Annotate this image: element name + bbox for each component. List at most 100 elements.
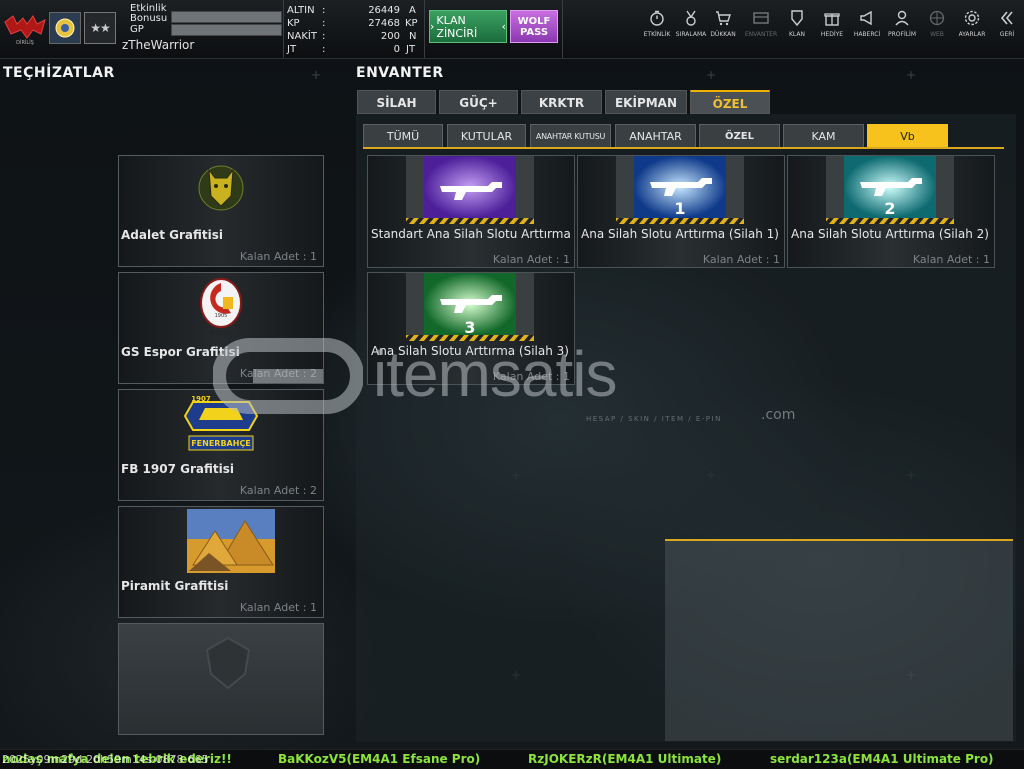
count-value: 2 [310, 484, 317, 497]
subtab-key[interactable]: ANAHTAR [615, 124, 696, 148]
gs-year-text: 1905 [215, 313, 228, 319]
profile-icon [895, 10, 909, 26]
subtab-boxes[interactable]: KUTULAR [447, 124, 526, 148]
count-label: Kalan Adet : [239, 250, 307, 263]
divider [562, 0, 563, 58]
count-value: 1 [310, 250, 317, 263]
nav-event[interactable]: ETKİNLİK [640, 6, 674, 46]
count-value: 1 [773, 253, 780, 266]
inventory-item[interactable]: 3 Ana Silah Slotu Arttırma (Silah 3) Kal… [367, 272, 575, 385]
item-name: Standart Ana Silah Slotu Arttırma [371, 227, 571, 241]
username: zTheWarrior [122, 38, 195, 52]
rifle-slot-item-icon [406, 156, 534, 224]
gp-label: GP [130, 24, 144, 35]
pyramid-graffiti-icon [187, 509, 275, 573]
fb-name-text: FENERBAHÇE [191, 439, 251, 448]
equipment-count: Kalan Adet : 1 [240, 250, 317, 263]
nav-label: AYARLAR [958, 31, 986, 38]
ticker-entry: BaKKozV5(EM4A1 Efsane Pro) [278, 752, 481, 766]
currency-row-cash: NAKİT: 200 N [284, 30, 424, 43]
inventory-item[interactable]: 1 Ana Silah Slotu Arttırma (Silah 1) Kal… [577, 155, 785, 268]
item-name: Ana Silah Slotu Arttırma (Silah 2) [791, 227, 989, 241]
count-label: Kalan Adet : [239, 601, 307, 614]
grid-marker: + [706, 68, 717, 82]
nav-back[interactable]: GERİ [990, 6, 1024, 46]
crate-icon [753, 12, 769, 24]
back-icon [1000, 11, 1013, 25]
colon: : [322, 18, 326, 29]
rifle-slot-item-icon: 2 [826, 156, 954, 224]
currency-value: 26449 [368, 5, 400, 16]
item-count: Kalan Adet : 1 [493, 370, 570, 383]
currency-value: 200 [380, 31, 400, 42]
subtab-key-box[interactable]: ANAHTAR KUTUSU [530, 124, 611, 148]
gift-icon [824, 13, 840, 26]
nav-label: GERİ [999, 31, 1015, 38]
equipment-slot[interactable]: Piramit Grafitisi Kalan Adet : 1 [118, 506, 324, 618]
currency-label: JT [287, 44, 297, 55]
equipment-title: TEÇHİZATLAR [3, 65, 115, 81]
gp-bar [171, 24, 282, 36]
top-bar: DİRİLİŞ ★★ Etkinlik Bonusu GP zTheWarrio… [0, 0, 1024, 59]
item-name: Ana Silah Slotu Arttırma (Silah 1) [581, 227, 779, 241]
currency-value: 27468 [368, 18, 400, 29]
rank-stars-icon: ★★ [84, 12, 116, 44]
item-count: Kalan Adet : 1 [493, 253, 570, 266]
item-detail-panel [665, 539, 1013, 741]
nav-shop[interactable]: DÜKKAN [706, 6, 740, 46]
svg-text:DİRİLİŞ: DİRİLİŞ [16, 39, 34, 46]
nav-messenger[interactable]: HABERCİ [850, 6, 884, 46]
count-label: Kalan Adet : [912, 253, 980, 266]
tab-equipment[interactable]: EKİPMAN [605, 90, 687, 114]
equipment-slot[interactable]: FENERBAHÇE 1907 FB 1907 Grafitisi Kalan … [118, 389, 324, 501]
nav-label: ENVANTER [744, 31, 778, 38]
wolf-pass-button[interactable]: WOLF PASS [510, 10, 558, 43]
nav-profile[interactable]: PROFİLİM [885, 6, 919, 46]
tab-special[interactable]: ÖZEL [690, 90, 770, 114]
empty-equipment-slot[interactable] [118, 623, 324, 735]
tab-weapon[interactable]: SİLAH [357, 90, 436, 114]
count-value: 2 [310, 367, 317, 380]
currency-unit: JT [406, 44, 416, 55]
tab-character[interactable]: KRKTR [521, 90, 602, 114]
count-label: Kalan Adet : [492, 253, 560, 266]
rifle-slot-item-icon: 3 [406, 273, 534, 341]
nav-clan[interactable]: KLAN [780, 6, 814, 46]
count-value: 1 [563, 370, 570, 383]
inventory-item[interactable]: 2 Ana Silah Slotu Arttırma (Silah 2) Kal… [787, 155, 995, 268]
slot-number: 1 [674, 199, 685, 218]
fb-year-text: 1907 [191, 395, 211, 403]
tab-power[interactable]: GÜÇ+ [439, 90, 518, 114]
currency-unit: A [409, 5, 416, 16]
nav-ranking[interactable]: SIRALAMA [674, 6, 708, 46]
nav-inventory[interactable]: ENVANTER [744, 6, 778, 46]
colon: : [322, 44, 326, 55]
subtab-camo[interactable]: KAM [783, 124, 864, 148]
equipment-slot[interactable]: 1905 espor GS Espor Grafitisi Kalan Adet… [118, 272, 324, 384]
subtab-other[interactable]: Vb [867, 124, 948, 148]
cart-icon [716, 11, 731, 26]
nav-label: DÜKKAN [710, 31, 736, 38]
equipment-slot[interactable]: Adalet Grafitisi Kalan Adet : 1 [118, 155, 324, 267]
divider [424, 0, 425, 58]
nav-gift[interactable]: HEDİYE [815, 6, 849, 46]
nav-web[interactable]: WEB [920, 6, 954, 46]
nav-label: SIRALAMA [675, 31, 707, 38]
subtab-all[interactable]: TÜMÜ [363, 124, 443, 148]
gs-espor-graffiti-icon: 1905 espor [200, 278, 242, 337]
inventory-item[interactable]: Standart Ana Silah Slotu Arttırma Kalan … [367, 155, 575, 268]
session-timestamp: 2025y09m29d-20h59m14s-0878-665 [2, 753, 209, 766]
nav-label: WEB [930, 31, 944, 38]
nav-label: HABERCİ [853, 31, 881, 38]
item-count: Kalan Adet : 1 [913, 253, 990, 266]
wolf-pass-label-line1: WOLF [517, 15, 551, 27]
item-count: Kalan Adet : 1 [703, 253, 780, 266]
gear-icon [964, 10, 980, 26]
currency-unit: KP [405, 18, 418, 29]
clan-chain-button[interactable]: › KLAN ZİNCİRİ ‹ [429, 10, 507, 43]
equipment-count: Kalan Adet : 2 [240, 367, 317, 380]
chevron-right-icon: › [430, 20, 435, 33]
subtab-special-items[interactable]: ÖZEL EŞYALAR [699, 124, 780, 166]
clan-chain-label: KLAN ZİNCİRİ [436, 13, 478, 40]
nav-settings[interactable]: AYARLAR [955, 6, 989, 46]
